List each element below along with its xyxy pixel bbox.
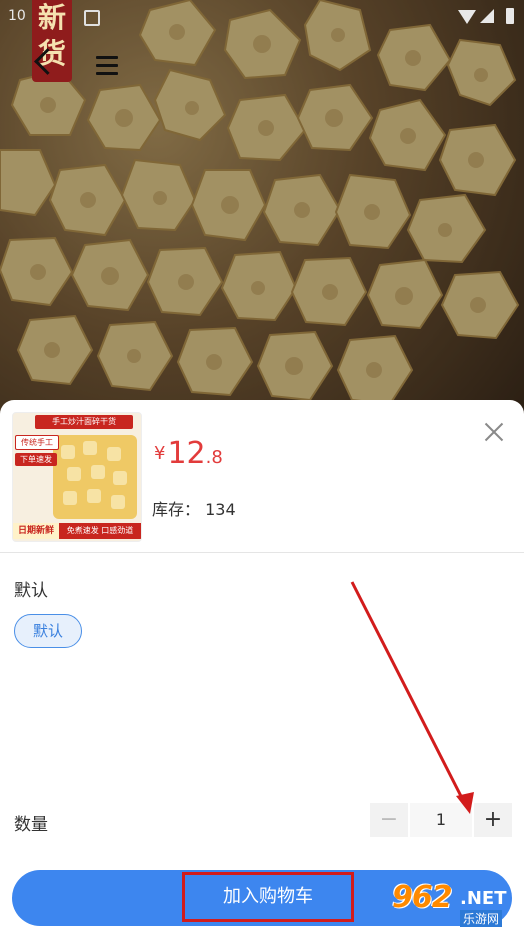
thumb-slogan: 免煮速发 口感劲道 xyxy=(59,523,141,539)
sku-selector-sheet: 手工炒汁面碎干货 传统手工 下单速发 日期新鲜 免煮速发 口感劲道 ¥12.8 … xyxy=(0,400,524,933)
quantity-label: 数量 xyxy=(14,815,48,835)
add-to-cart-label[interactable]: 加入购物车 xyxy=(182,872,354,922)
thumb-banner: 手工炒汁面碎干货 xyxy=(35,415,133,429)
quantity-stepper: − 1 + xyxy=(370,803,512,837)
battery-icon xyxy=(506,8,514,24)
product-photo xyxy=(0,0,524,420)
price-decimal: .8 xyxy=(205,447,223,468)
price-currency: ¥ xyxy=(154,443,166,464)
notification-icon xyxy=(84,10,100,26)
spec-option-default[interactable]: 默认 xyxy=(14,614,82,648)
divider xyxy=(0,552,524,553)
site-watermark: 962 .NET 乐游网 xyxy=(386,870,522,930)
signal-icon xyxy=(480,9,494,23)
decrease-button[interactable]: − xyxy=(370,803,408,837)
close-icon[interactable] xyxy=(480,418,508,446)
stock-label: 库存： xyxy=(152,500,201,519)
watermark-logo: 962 xyxy=(392,880,453,915)
status-bar: 10 xyxy=(0,0,524,34)
status-time: 10 xyxy=(8,8,26,24)
spec-title: 默认 xyxy=(14,581,48,601)
thumb-bag-image xyxy=(53,435,137,519)
price-integer: 12 xyxy=(167,436,206,471)
watermark-net: .NET xyxy=(460,888,507,909)
wifi-icon xyxy=(458,10,476,24)
stock-value: 134 xyxy=(205,500,236,519)
overlay-dim[interactable] xyxy=(0,0,524,420)
watermark-sub: 乐游网 xyxy=(460,910,503,927)
thumb-tag-handmade: 传统手工 xyxy=(15,435,59,450)
quantity-value[interactable]: 1 xyxy=(410,803,472,837)
stock-info: 库存： 134 xyxy=(152,496,236,520)
product-thumbnail: 手工炒汁面碎干货 传统手工 下单速发 日期新鲜 免煮速发 口感劲道 xyxy=(12,412,142,542)
increase-button[interactable]: + xyxy=(474,803,512,837)
price: ¥12.8 xyxy=(154,436,223,471)
menu-icon[interactable] xyxy=(96,56,118,80)
thumb-fresh-date: 日期新鲜 xyxy=(13,523,59,539)
thumb-tag-fast-ship: 下单速发 xyxy=(15,453,57,466)
